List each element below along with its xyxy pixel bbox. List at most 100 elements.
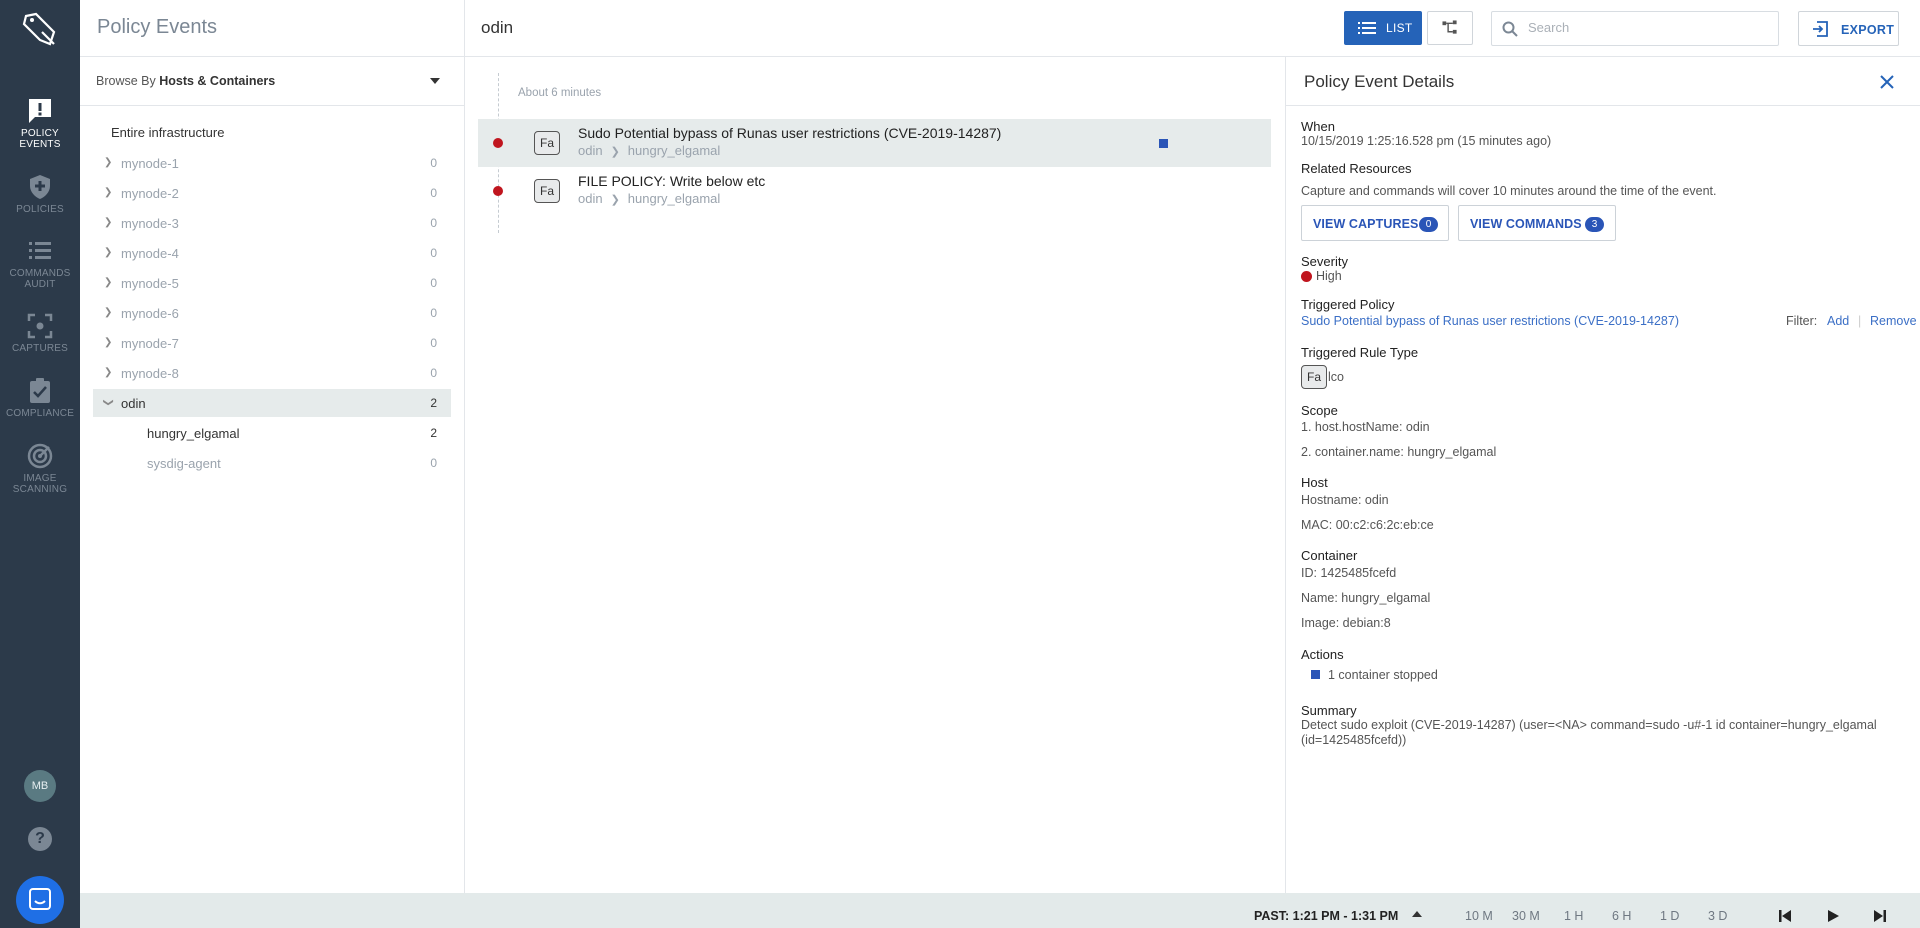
tree-node-label: mynode-2 (121, 186, 179, 201)
chat-support-button[interactable] (16, 876, 64, 924)
event-container: hungry_elgamal (627, 191, 721, 206)
nav-compliance[interactable]: COMPLIANCE (0, 376, 80, 419)
scope-label: Scope (1301, 403, 1338, 418)
view-commands-button[interactable]: VIEW COMMANDS 3 (1458, 205, 1616, 241)
help-icon[interactable]: ? (28, 827, 52, 851)
user-avatar[interactable]: MB (24, 770, 56, 802)
browse-by-selector[interactable]: Browse By Hosts & Containers (96, 74, 275, 88)
time-range-30m[interactable]: 30 M (1512, 909, 1540, 923)
chevron-right-icon[interactable]: ❯ (104, 217, 112, 228)
chevron-right-icon[interactable]: ❯ (104, 157, 112, 168)
chevron-right-icon: ❯ (610, 194, 620, 206)
skip-back-icon[interactable] (1777, 908, 1793, 924)
view-captures-label: VIEW CAPTURES (1313, 217, 1419, 231)
time-range-1h[interactable]: 1 H (1564, 909, 1583, 923)
tree-node[interactable]: ❯ mynode-7 0 (93, 329, 451, 357)
scope-container: 2. container.name: hungry_elgamal (1301, 445, 1497, 459)
filter-remove-link[interactable]: Remove (1870, 314, 1917, 328)
tree-node-count: 0 (430, 366, 437, 380)
actions-label: Actions (1301, 647, 1344, 662)
view-captures-button[interactable]: VIEW CAPTURES 0 (1301, 205, 1449, 241)
nav-commands-audit[interactable]: COMMANDS AUDIT (0, 236, 80, 290)
events-list: About 6 minutes Fa Sudo Potential bypass… (465, 57, 1285, 893)
close-icon[interactable] (1876, 71, 1898, 93)
tree-node[interactable]: ❯ mynode-8 0 (93, 359, 451, 387)
tree-node-label: hungry_elgamal (147, 426, 240, 441)
tree-node-count: 0 (430, 276, 437, 290)
tree-node-label: mynode-6 (121, 306, 179, 321)
tree-node-label: sysdig-agent (147, 456, 221, 471)
triggered-policy-link[interactable]: Sudo Potential bypass of Runas user rest… (1301, 314, 1679, 328)
chevron-right-icon[interactable]: ❯ (104, 277, 112, 288)
tree-node-selected[interactable]: ❯ odin 2 (93, 389, 451, 417)
sysdig-logo-icon[interactable] (20, 10, 60, 50)
tree-child-node[interactable]: hungry_elgamal 2 (93, 419, 451, 447)
falco-badge: Fa (534, 179, 560, 203)
divider (80, 105, 464, 106)
severity-high-dot (493, 186, 503, 196)
list-icon (1358, 22, 1376, 34)
skip-forward-icon[interactable] (1872, 908, 1888, 924)
nav-image-scanning[interactable]: IMAGE SCANNING (0, 441, 80, 495)
time-range-3d[interactable]: 3 D (1708, 909, 1727, 923)
time-window-label[interactable]: PAST: 1:21 PM - 1:31 PM (1254, 909, 1398, 923)
shield-icon (30, 175, 50, 199)
time-navigation-bar: PAST: 1:21 PM - 1:31 PM 10 M 30 M 1 H 6 … (80, 893, 1920, 928)
chevron-down-icon[interactable]: ❯ (103, 398, 114, 406)
tree-node[interactable]: ❯ mynode-4 0 (93, 239, 451, 267)
export-button[interactable]: EXPORT (1798, 11, 1899, 46)
tree-node[interactable]: ❯ mynode-5 0 (93, 269, 451, 297)
chevron-right-icon[interactable]: ❯ (104, 367, 112, 378)
time-range-10m[interactable]: 10 M (1465, 909, 1493, 923)
chevron-right-icon: ❯ (610, 146, 620, 158)
nav-label: IMAGE SCANNING (12, 473, 68, 495)
tree-node[interactable]: ❯ mynode-6 0 (93, 299, 451, 327)
list-view-button[interactable]: LIST (1344, 11, 1422, 45)
when-value: 10/15/2019 1:25:16.528 pm (15 minutes ag… (1301, 134, 1552, 148)
nav-policies[interactable]: POLICIES (0, 172, 80, 215)
tree-node-count: 0 (430, 186, 437, 200)
search-input[interactable] (1528, 20, 1768, 35)
caret-up-icon[interactable] (1412, 911, 1422, 917)
chevron-right-icon[interactable]: ❯ (104, 187, 112, 198)
graph-view-button[interactable] (1427, 11, 1473, 45)
dropdown-caret-icon[interactable] (430, 78, 440, 84)
tree-root-entire-infrastructure[interactable]: Entire infrastructure (111, 125, 224, 140)
tree-node[interactable]: ❯ mynode-2 0 (93, 179, 451, 207)
filter-label: Filter: (1786, 314, 1818, 328)
export-label: EXPORT (1841, 23, 1895, 37)
when-label: When (1301, 119, 1335, 134)
event-host: odin (578, 191, 603, 206)
chevron-right-icon[interactable]: ❯ (104, 247, 112, 258)
time-range-1d[interactable]: 1 D (1660, 909, 1679, 923)
tree-node-label: mynode-1 (121, 156, 179, 171)
scan-icon (27, 443, 53, 469)
tree-node[interactable]: ❯ mynode-1 0 (93, 149, 451, 177)
capture-icon (27, 313, 53, 339)
nav-captures[interactable]: CAPTURES (0, 311, 80, 354)
browse-by-value: Hosts & Containers (159, 74, 276, 88)
severity-value: High (1316, 269, 1342, 283)
action-indicator (1159, 139, 1168, 148)
tree-node-count: 0 (430, 156, 437, 170)
tree-node-count: 0 (430, 246, 437, 260)
tree-node-label: odin (121, 396, 146, 411)
tree-node-label: mynode-8 (121, 366, 179, 381)
nav-label: COMPLIANCE (5, 408, 75, 419)
play-icon[interactable] (1825, 908, 1841, 924)
nav-policy-events[interactable]: POLICY EVENTS (0, 96, 80, 150)
event-row-selected[interactable]: Fa Sudo Potential bypass of Runas user r… (478, 119, 1271, 167)
chevron-right-icon[interactable]: ❯ (104, 307, 112, 318)
tree-node[interactable]: ❯ mynode-3 0 (93, 209, 451, 237)
graph-view-icon (1442, 20, 1457, 34)
tree-node-count: 0 (430, 456, 437, 470)
event-row[interactable]: Fa FILE POLICY: Write below etc odin ❯ hun… (478, 167, 1271, 215)
filter-add-link[interactable]: Add (1827, 314, 1849, 328)
chevron-right-icon[interactable]: ❯ (104, 337, 112, 348)
tree-child-node[interactable]: sysdig-agent 0 (93, 449, 451, 477)
details-title: Policy Event Details (1304, 72, 1455, 91)
tree-node-label: mynode-7 (121, 336, 179, 351)
time-range-6h[interactable]: 6 H (1612, 909, 1631, 923)
mac-value: MAC: 00:c2:c6:2c:eb:ce (1301, 518, 1434, 532)
tree-node-count: 2 (430, 396, 437, 410)
